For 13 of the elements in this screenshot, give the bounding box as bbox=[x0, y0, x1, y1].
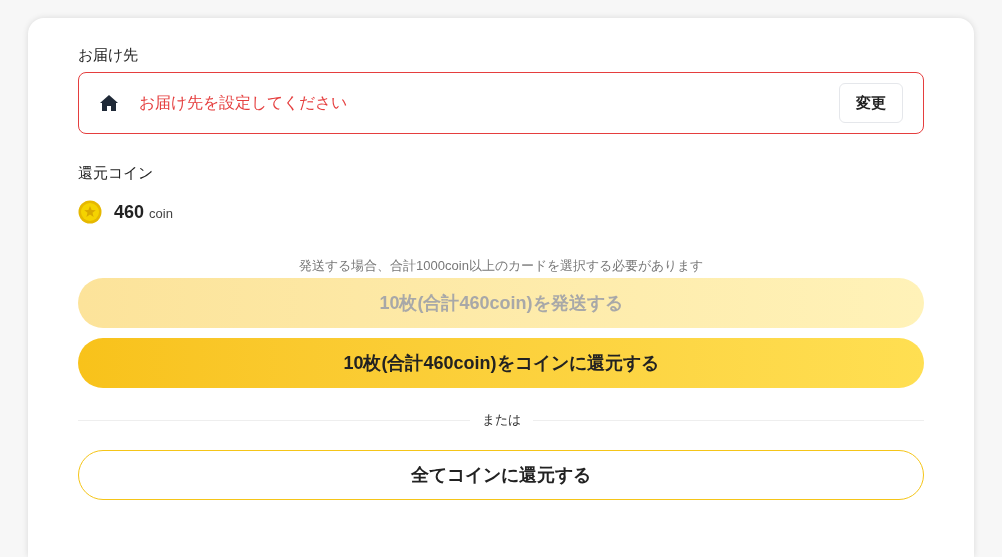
coin-amount: 460 bbox=[114, 200, 145, 224]
home-icon bbox=[99, 94, 119, 112]
section-label: 還元コイン bbox=[78, 163, 154, 183]
coin-unit: coin bbox=[149, 204, 173, 223]
section-label: お届け先 bbox=[78, 45, 139, 65]
separator-text: または bbox=[480, 411, 522, 430]
convert-all-button[interactable]: 全てコインに還元する bbox=[78, 450, 924, 500]
coin-icon bbox=[78, 200, 102, 224]
address-field[interactable]: お届け先を設定してください 変更 bbox=[78, 72, 924, 134]
address-placeholder: お届け先を設定してください bbox=[139, 93, 347, 113]
action-button[interactable]: 10枚(合計460coin)をコインに還元する bbox=[78, 338, 924, 388]
change-button[interactable]: 変更 bbox=[839, 83, 903, 123]
notice-text: 発送する場合、合計1000coin以上のカードを選択する必要があります bbox=[298, 257, 704, 275]
